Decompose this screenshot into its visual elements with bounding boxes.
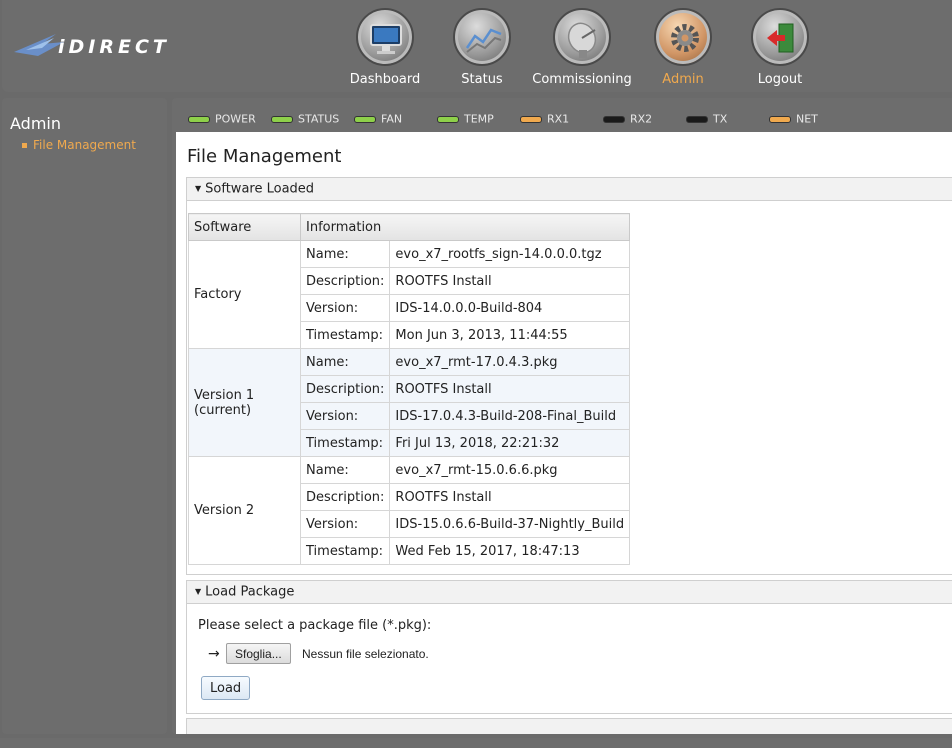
nav-label-commissioning: Commissioning bbox=[532, 72, 632, 87]
row-key: Name: bbox=[299, 240, 391, 268]
right-arrow-icon: → bbox=[208, 646, 220, 662]
nav-admin[interactable]: Admin bbox=[628, 8, 738, 88]
led-temp: TEMP bbox=[437, 112, 494, 126]
row-key: Version: bbox=[299, 294, 391, 322]
nav-label-admin: Admin bbox=[662, 72, 704, 87]
software-loaded-header[interactable]: ▼ Software Loaded bbox=[186, 177, 952, 201]
led-lamp-icon bbox=[686, 115, 708, 123]
logo-text: iDIRECT bbox=[58, 36, 170, 58]
dashboard-monitor-icon bbox=[356, 8, 414, 66]
sidebar-item-label: File Management bbox=[33, 138, 136, 152]
table-row: Version 1 (current) Name: evo_x7_rmt-17.0… bbox=[188, 348, 631, 457]
row-value: evo_x7_rmt-17.0.4.3.pkg bbox=[389, 348, 631, 376]
satellite-dish-icon bbox=[553, 8, 611, 66]
led-power: POWER bbox=[188, 112, 256, 126]
led-fan: FAN bbox=[354, 112, 402, 126]
nav-label-status: Status bbox=[461, 72, 503, 87]
load-package-prompt: Please select a package file (*.pkg): bbox=[198, 618, 432, 633]
browse-file-button[interactable]: Sfoglia... bbox=[226, 643, 291, 664]
nav-dashboard[interactable]: Dashboard bbox=[330, 8, 440, 88]
row-value: Fri Jul 13, 2018, 22:21:32 bbox=[389, 429, 631, 457]
nav-label-logout: Logout bbox=[757, 72, 803, 87]
column-header-software: Software bbox=[188, 213, 301, 241]
row-key: Description: bbox=[299, 483, 391, 511]
table-row: Factory Name: evo_x7_rootfs_sign-14.0.0.… bbox=[188, 240, 631, 349]
nav-status[interactable]: Status bbox=[427, 8, 537, 88]
led-lamp-icon bbox=[188, 115, 210, 123]
top-header: iDIRECT Dashboard Status Commissioning A… bbox=[2, 0, 952, 92]
led-net: NET bbox=[769, 112, 818, 126]
row-key: Timestamp: bbox=[299, 429, 391, 457]
group-version-2: Version 2 bbox=[188, 456, 301, 565]
row-key: Name: bbox=[299, 456, 391, 484]
sidebar-item-file-management[interactable]: File Management bbox=[22, 138, 136, 152]
row-value: IDS-17.0.4.3-Build-208-Final_Build bbox=[389, 402, 631, 430]
led-tx: TX bbox=[686, 112, 727, 126]
logout-door-icon bbox=[751, 8, 809, 66]
load-options-file-header[interactable] bbox=[186, 718, 952, 734]
row-key: Name: bbox=[299, 348, 391, 376]
row-key: Version: bbox=[299, 510, 391, 538]
led-lamp-icon bbox=[520, 115, 542, 123]
row-value: ROOTFS Install bbox=[389, 375, 631, 403]
page-title: File Management bbox=[187, 146, 342, 167]
row-key: Timestamp: bbox=[299, 321, 391, 349]
led-status-bar: POWER STATUS FAN TEMP RX1 RX2 TX NET bbox=[172, 98, 952, 132]
led-lamp-icon bbox=[603, 115, 625, 123]
row-key: Description: bbox=[299, 267, 391, 295]
row-value: ROOTFS Install bbox=[389, 267, 631, 295]
column-header-information: Information bbox=[299, 213, 631, 241]
nav-label-dashboard: Dashboard bbox=[349, 72, 421, 87]
row-value: Mon Jun 3, 2013, 11:44:55 bbox=[389, 321, 631, 349]
led-lamp-icon bbox=[437, 115, 459, 123]
sidebar: Admin File Management bbox=[2, 98, 167, 734]
led-status: STATUS bbox=[271, 112, 339, 126]
load-button[interactable]: Load bbox=[201, 676, 251, 700]
row-value: ROOTFS Install bbox=[389, 483, 631, 511]
row-key: Description: bbox=[299, 375, 391, 403]
led-rx1: RX1 bbox=[520, 112, 569, 126]
led-rx2: RX2 bbox=[603, 112, 652, 126]
row-value: Wed Feb 15, 2017, 18:47:13 bbox=[389, 537, 631, 565]
row-value: IDS-15.0.6.6-Build-37-Nightly_Build bbox=[389, 510, 631, 538]
group-version-1: Version 1 (current) bbox=[188, 348, 301, 457]
main-panel: POWER STATUS FAN TEMP RX1 RX2 TX NET Fil… bbox=[172, 98, 952, 734]
status-graph-icon bbox=[453, 8, 511, 66]
row-value: evo_x7_rmt-15.0.6.6.pkg bbox=[389, 456, 631, 484]
load-package-title: Load Package bbox=[205, 584, 295, 600]
row-value: evo_x7_rootfs_sign-14.0.0.0.tgz bbox=[389, 240, 631, 268]
table-row: Version 2 Name: evo_x7_rmt-15.0.6.6.pkg bbox=[188, 456, 631, 565]
software-loaded-title: Software Loaded bbox=[205, 181, 315, 197]
nav-commissioning[interactable]: Commissioning bbox=[527, 8, 637, 88]
group-factory: Factory bbox=[188, 240, 301, 349]
led-lamp-icon bbox=[354, 115, 376, 123]
row-key: Version: bbox=[299, 402, 391, 430]
content-area: File Management ▼ Software Loaded Softwar… bbox=[176, 132, 952, 734]
caret-down-icon: ▼ bbox=[195, 184, 202, 193]
table-header-row: Software Information bbox=[188, 213, 631, 241]
caret-down-icon: ▼ bbox=[195, 587, 202, 596]
file-status-text: Nessun file selezionato. bbox=[302, 647, 429, 661]
gear-icon bbox=[654, 8, 712, 66]
load-package-header[interactable]: ▼ Load Package bbox=[186, 580, 952, 604]
footer-bar bbox=[0, 738, 952, 748]
row-key: Timestamp: bbox=[299, 537, 391, 565]
row-value: IDS-14.0.0.0-Build-804 bbox=[389, 294, 631, 322]
led-lamp-icon bbox=[271, 115, 293, 123]
sidebar-title: Admin bbox=[10, 114, 61, 133]
nav-logout[interactable]: Logout bbox=[725, 8, 835, 88]
led-lamp-icon bbox=[769, 115, 791, 123]
software-table: Software Information Factory Name: evo_x… bbox=[188, 213, 631, 565]
bullet-icon bbox=[22, 143, 27, 148]
